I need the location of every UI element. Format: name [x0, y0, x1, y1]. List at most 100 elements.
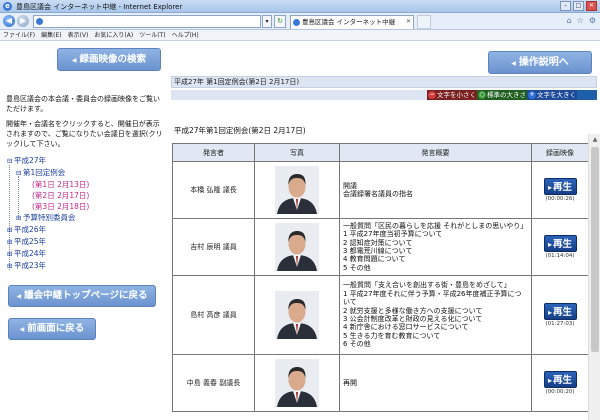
tab-title: 豊島区議会 インターネット中継: [302, 18, 396, 26]
tree-year-h24[interactable]: ⊞ 平成24年: [7, 248, 167, 260]
tree-date-day3[interactable]: (第3日 2月18日): [7, 201, 167, 212]
new-tab-button[interactable]: [417, 15, 431, 29]
table-header-row: 発言者 写真 発言概要 録画映像: [172, 143, 589, 162]
table-row: 本橋 弘隆 議長 開議 会議録署名議員の指名 ▸再生 (00:00:26): [172, 161, 589, 219]
home-icon[interactable]: ⌂: [567, 16, 572, 25]
summary-line: 再開: [343, 378, 357, 387]
expand-icon[interactable]: ⊞: [7, 225, 14, 236]
summary-line: 4 教育問題について: [343, 255, 406, 264]
play-video-button[interactable]: ▸再生: [543, 178, 577, 195]
browser-title-bar: e 豊島区議会 インターネット中継 - Internet Explorer – …: [0, 0, 600, 13]
previous-page-button[interactable]: ◀ 前画面に戻る: [8, 318, 96, 340]
circle-icon: ○: [478, 91, 486, 99]
sidebar-instruction-text: 開催年・会議名をクリックすると、開催日が表示されますので、ご覧になりたい会議日を…: [6, 120, 163, 148]
refresh-button[interactable]: ↻: [274, 15, 286, 28]
summary-line: 会議録署名議員の指名: [343, 190, 413, 198]
menu-bar: ファイル(F) 編集(E) 表示(V) お気に入り(A) ツール(T) ヘルプ(…: [0, 30, 600, 41]
url-field[interactable]: [33, 15, 261, 28]
live-top-page-button[interactable]: ◀ 議会中継トップページに戻る: [8, 285, 156, 307]
tree-date-day1[interactable]: (第1日 2月13日): [7, 179, 167, 190]
menu-edit[interactable]: 編集(E): [38, 30, 64, 40]
minus-icon: −: [428, 91, 436, 99]
tree-year-h26[interactable]: ⊞ 平成26年: [7, 224, 167, 236]
play-icon: ▸: [547, 240, 552, 249]
url-dropdown-button[interactable]: ▾: [262, 15, 272, 28]
menu-favorites[interactable]: お気に入り(A): [91, 30, 136, 40]
video-duration: (00:00:26): [545, 196, 575, 202]
speaker-name: 島村 高彦 議員: [172, 275, 255, 355]
play-video-button[interactable]: ▸再生: [543, 371, 577, 388]
video-cell: ▸再生 (00:00:20): [531, 354, 589, 412]
session-tree: ⊟ 平成27年 ⊟ 第1回定例会 (第1日 2月13日) (第2日 2月17日) (…: [7, 155, 167, 272]
font-normal-button[interactable]: ○ 標準の大きさ: [477, 90, 527, 100]
video-duration: (01:14:04): [545, 253, 575, 259]
window-title: 豊島区議会 インターネット中継 - Internet Explorer: [16, 3, 183, 11]
play-icon: ▸: [547, 376, 552, 385]
collapse-icon[interactable]: ⊟: [7, 156, 14, 167]
browser-tab[interactable]: 豊島区議会 インターネット中継 ✕: [290, 15, 414, 29]
video-cell: ▸再生 (01:14:04): [531, 218, 589, 276]
expand-icon[interactable]: ⊞: [16, 213, 23, 224]
speech-summary: 一般質問「区民の暮らしを応援 それがとしまの思いやり」 1 平成27年度当初予算に…: [339, 218, 532, 276]
forward-button[interactable]: ▶: [17, 15, 29, 27]
settings-gear-icon[interactable]: ⚙: [589, 16, 596, 25]
speaker-photo: [254, 275, 340, 355]
close-window-button[interactable]: ✕: [586, 1, 597, 11]
tree-year-h25[interactable]: ⊞ 平成25年: [7, 236, 167, 248]
arrow-left-icon: ◀: [511, 60, 516, 67]
menu-view[interactable]: 表示(V): [65, 30, 92, 40]
vertical-scrollbar[interactable]: ▲: [588, 134, 600, 420]
sidebar-intro-text: 豊島区議会の本会議・委員会の録画映像をご覧いただけます。: [6, 95, 160, 113]
expand-icon[interactable]: ⊞: [7, 261, 14, 272]
summary-line: 5 生きる力を育む教育について: [343, 331, 441, 340]
plus-icon: +: [528, 91, 536, 99]
menu-tools[interactable]: ツール(T): [136, 30, 168, 40]
video-cell: ▸再生 (00:00:26): [531, 161, 589, 219]
speaker-photo: [254, 161, 340, 219]
column-header-photo: 写真: [254, 143, 340, 162]
summary-line: 1 平成27年度それに伴う予算・平成26年度補正予算について: [343, 289, 522, 307]
summary-line: 開議: [343, 181, 357, 190]
expand-icon[interactable]: ⊞: [7, 249, 14, 260]
scrollbar-thumb[interactable]: [591, 147, 599, 352]
summary-line: 1 平成27年度当初予算について: [343, 230, 443, 239]
tree-year-h27[interactable]: ⊟ 平成27年: [7, 155, 167, 167]
collapse-icon[interactable]: ⊟: [16, 168, 23, 179]
expand-icon[interactable]: ⊞: [7, 237, 14, 248]
header-fill: [171, 90, 427, 100]
table-row: 島村 高彦 議員 一般質問「支え合いを創出する街・豊島をめざして」 1 平成27年…: [172, 275, 589, 355]
video-duration: (00:00:20): [545, 389, 575, 395]
speech-summary: 一般質問「支え合いを創出する街・豊島をめざして」 1 平成27年度それに伴う予算・…: [339, 275, 532, 355]
font-size-controls: − 文字を小さく ○ 標準の大きさ + 文字を大きく: [427, 90, 597, 100]
play-video-button[interactable]: ▸再生: [543, 235, 577, 252]
summary-line: 一般質問「支え合いを創出する街・豊島をめざして」: [343, 281, 511, 290]
portrait-icon: [275, 359, 319, 407]
font-smaller-button[interactable]: − 文字を小さく: [427, 90, 477, 100]
play-video-button[interactable]: ▸再生: [543, 303, 577, 320]
play-icon: ▸: [547, 308, 552, 317]
page-favicon-icon: [36, 18, 43, 25]
speech-summary: 開議 会議録署名議員の指名: [339, 161, 532, 219]
portrait-icon: [275, 223, 319, 271]
tab-favicon-icon: [293, 19, 300, 26]
tab-close-icon[interactable]: ✕: [406, 16, 411, 28]
portrait-icon: [275, 166, 319, 214]
maximize-button[interactable]: □: [573, 1, 584, 11]
back-button[interactable]: ◀: [3, 15, 15, 27]
tree-date-day2[interactable]: (第2日 2月17日): [7, 190, 167, 201]
summary-line: 2 認知症対策について: [343, 238, 413, 247]
summary-line: 4 新庁舎における窓口サービスについて: [343, 323, 469, 332]
favorites-star-icon[interactable]: ☆: [577, 16, 584, 25]
archive-video-search-button[interactable]: ◀ 録画映像の検索: [57, 48, 161, 71]
font-larger-button[interactable]: + 文字を大きく: [527, 90, 577, 100]
tree-year-h23[interactable]: ⊞ 平成23年: [7, 260, 167, 272]
menu-help[interactable]: ヘルプ(H): [169, 30, 202, 40]
menu-file[interactable]: ファイル(F): [0, 30, 38, 40]
minimize-button[interactable]: –: [560, 1, 571, 11]
tree-session-regular-1[interactable]: ⊟ 第1回定例会: [7, 167, 167, 179]
tree-budget-committee[interactable]: ⊞ 予算特別委員会: [7, 212, 167, 224]
operation-guide-button[interactable]: ◀ 操作説明へ: [488, 51, 592, 74]
play-icon: ▸: [547, 183, 552, 192]
speaker-photo: [254, 354, 340, 412]
scroll-up-icon[interactable]: ▲: [590, 135, 600, 145]
